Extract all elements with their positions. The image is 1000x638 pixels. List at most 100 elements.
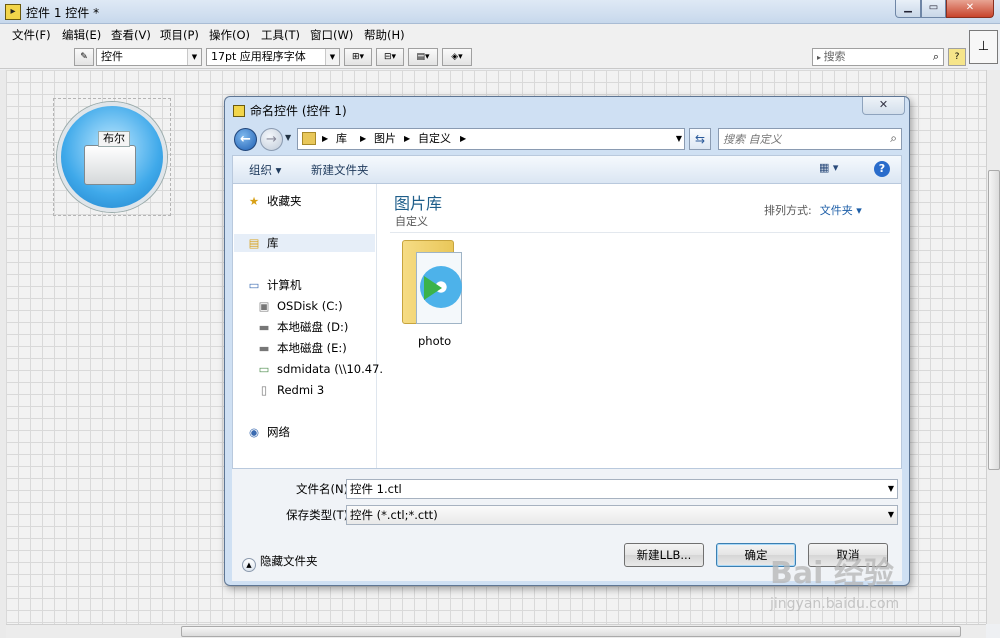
search-input[interactable] xyxy=(723,131,873,147)
menu-help[interactable]: 帮助(H) xyxy=(364,27,405,43)
control-type-select[interactable]: 控件 ▼ xyxy=(96,48,202,66)
play-icon xyxy=(424,276,442,300)
font-value: 17pt 应用程序字体 xyxy=(211,50,306,63)
forward-button[interactable]: → xyxy=(260,128,283,151)
chevron-right-icon[interactable]: ▶ xyxy=(360,129,366,149)
nav-phone[interactable]: ▯ Redmi 3 xyxy=(257,381,324,399)
filename-input[interactable]: 控件 1.ctl ▼ xyxy=(346,479,898,499)
network-drive-icon: ▭ xyxy=(258,362,270,376)
folder-name[interactable]: photo xyxy=(418,334,451,348)
close-button[interactable]: ✕ xyxy=(946,0,994,18)
back-button[interactable]: ← xyxy=(234,128,257,151)
chevron-down-icon: ▼ xyxy=(325,49,339,65)
arrange-label: 排列方式: xyxy=(764,204,812,217)
menu-edit[interactable]: 编辑(E) xyxy=(62,27,101,43)
star-icon: ★ xyxy=(248,194,260,208)
nav-computer[interactable]: ▭ 计算机 xyxy=(247,276,302,294)
menu-file[interactable]: 文件(F) xyxy=(12,27,51,43)
boolean-button[interactable] xyxy=(84,145,136,185)
watermark: Bai 经验 jingyan.baidu.com xyxy=(760,548,990,628)
help-button[interactable]: ? xyxy=(948,48,966,66)
control-label[interactable]: 布尔 xyxy=(98,131,130,147)
view-options-icon[interactable]: ▦ ▾ xyxy=(819,161,838,174)
library-title: 图片库 xyxy=(394,194,443,213)
organize-button[interactable]: 组织 ▾ xyxy=(249,162,281,178)
chevron-down-icon[interactable]: ▼ xyxy=(888,506,894,524)
search-icon[interactable]: ⌕ xyxy=(890,131,897,146)
breadcrumb-library[interactable]: 库 xyxy=(336,129,347,149)
menu-window[interactable]: 窗口(W) xyxy=(310,27,353,43)
nav-favorites-label: 收藏夹 xyxy=(267,194,302,208)
refresh-icon[interactable]: ⇆ xyxy=(689,128,711,150)
new-llb-button[interactable]: 新建LLB... xyxy=(624,543,704,567)
dialog-body: ★ 收藏夹 ▤ 库 ▭ 计算机 ▣ OSDisk (C:) ▬ 本地磁盘 (D:) ▬ 本地… xyxy=(232,183,902,469)
chevron-up-icon: ▲ xyxy=(242,558,256,572)
library-subtitle: 自定义 xyxy=(395,215,428,228)
nav-network[interactable]: ◉ 网络 xyxy=(247,423,290,441)
hide-folders-toggle[interactable]: ▲ 隐藏文件夹 xyxy=(242,553,318,572)
dialog-search[interactable]: ⌕ xyxy=(718,128,902,150)
computer-icon: ▭ xyxy=(248,278,260,292)
window-titlebar: ▸ 控件 1 控件 * ▁ ▭ ✕ xyxy=(0,0,1000,24)
search-icon[interactable]: ⌕ xyxy=(933,49,939,65)
control-type-value: 控件 xyxy=(101,50,123,63)
window-title: 控件 1 控件 * xyxy=(26,6,100,20)
nav-drive-e[interactable]: ▬ 本地磁盘 (E:) xyxy=(257,339,347,357)
vertical-scrollbar[interactable] xyxy=(986,70,1000,624)
folder-icon xyxy=(302,132,316,145)
drive-icon: ▬ xyxy=(258,320,270,334)
distribute-icon[interactable]: ⊟▾ xyxy=(376,48,404,66)
nav-drive-d[interactable]: ▬ 本地磁盘 (D:) xyxy=(257,318,349,336)
tool-palette-icon[interactable]: ⊥ xyxy=(969,30,998,64)
nav-libraries[interactable]: ▤ 库 xyxy=(234,234,375,252)
network-icon: ◉ xyxy=(248,425,260,439)
phone-icon: ▯ xyxy=(260,383,268,397)
help-icon[interactable]: ? xyxy=(874,161,890,177)
minimize-button[interactable]: ▁ xyxy=(895,0,921,18)
arrange-value[interactable]: 文件夹 ▾ xyxy=(820,204,862,217)
recent-locations-icon[interactable]: ▼ xyxy=(285,133,291,142)
align-icon[interactable]: ⊞▾ xyxy=(344,48,372,66)
toolbar: ✎ 控件 ▼ 17pt 应用程序字体 ▼ ⊞▾ ⊟▾ ▤▾ ◈▾ ▸ 搜索 ⌕ … xyxy=(0,45,968,69)
menu-tools[interactable]: 工具(T) xyxy=(261,27,300,43)
drive-icon: ▬ xyxy=(258,341,270,355)
breadcrumb-custom[interactable]: 自定义 xyxy=(418,129,451,149)
menu-view[interactable]: 查看(V) xyxy=(111,27,151,43)
dialog-close-button[interactable]: ✕ xyxy=(862,97,905,115)
reorder-icon[interactable]: ◈▾ xyxy=(442,48,472,66)
chevron-right-icon[interactable]: ▶ xyxy=(460,129,466,149)
breadcrumb-pictures[interactable]: 图片 xyxy=(374,129,396,149)
chevron-right-icon[interactable]: ▶ xyxy=(404,129,410,149)
nav-network-drive[interactable]: ▭ sdmidata (\\10.47. xyxy=(257,360,384,378)
toolbar-search[interactable]: ▸ 搜索 ⌕ xyxy=(812,48,944,66)
labview-icon: ▸ xyxy=(5,4,21,20)
menu-project[interactable]: 项目(P) xyxy=(160,27,199,43)
menu-operate[interactable]: 操作(O) xyxy=(209,27,250,43)
arrange-by: 排列方式: 文件夹 ▾ xyxy=(764,202,862,218)
pencil-icon[interactable]: ✎ xyxy=(74,48,94,66)
hide-folders-label: 隐藏文件夹 xyxy=(260,554,318,568)
filetype-value: 控件 (*.ctl;*.ctt) xyxy=(350,508,438,522)
vertical-scroll-thumb[interactable] xyxy=(988,170,1000,470)
watermark-logo-text: Bai 经验 xyxy=(770,556,894,591)
address-bar[interactable]: ▶ 库 ▶ 图片 ▶ 自定义 ▶ ▼ xyxy=(297,128,685,150)
nav-network-label: 网络 xyxy=(267,425,290,439)
new-folder-button[interactable]: 新建文件夹 xyxy=(311,162,369,178)
library-icon: ▤ xyxy=(248,236,260,250)
save-dialog: 命名控件 (控件 1) ✕ ← → ▼ ▶ 库 ▶ 图片 ▶ 自定义 ▶ ▼ ⇆… xyxy=(224,96,910,586)
navigation-pane: ★ 收藏夹 ▤ 库 ▭ 计算机 ▣ OSDisk (C:) ▬ 本地磁盘 (D:) ▬ 本地… xyxy=(233,184,383,468)
picture-folder-icon[interactable] xyxy=(402,240,464,328)
nav-drive-c[interactable]: ▣ OSDisk (C:) xyxy=(257,297,343,315)
chevron-right-icon[interactable]: ▶ xyxy=(322,129,328,149)
chevron-down-icon[interactable]: ▼ xyxy=(888,480,894,498)
chevron-down-icon[interactable]: ▼ xyxy=(676,129,682,149)
nav-network-drive-label: sdmidata (\\10.47. xyxy=(277,362,384,376)
maximize-button[interactable]: ▭ xyxy=(921,0,946,18)
resize-icon[interactable]: ▤▾ xyxy=(408,48,438,66)
filetype-select[interactable]: 控件 (*.ctl;*.ctt) ▼ xyxy=(346,505,898,525)
font-select[interactable]: 17pt 应用程序字体 ▼ xyxy=(206,48,340,66)
dialog-title: 命名控件 (控件 1) xyxy=(250,104,347,118)
nav-computer-label: 计算机 xyxy=(267,278,302,292)
nav-drive-d-label: 本地磁盘 (D:) xyxy=(277,320,349,334)
nav-favorites[interactable]: ★ 收藏夹 xyxy=(247,192,302,210)
